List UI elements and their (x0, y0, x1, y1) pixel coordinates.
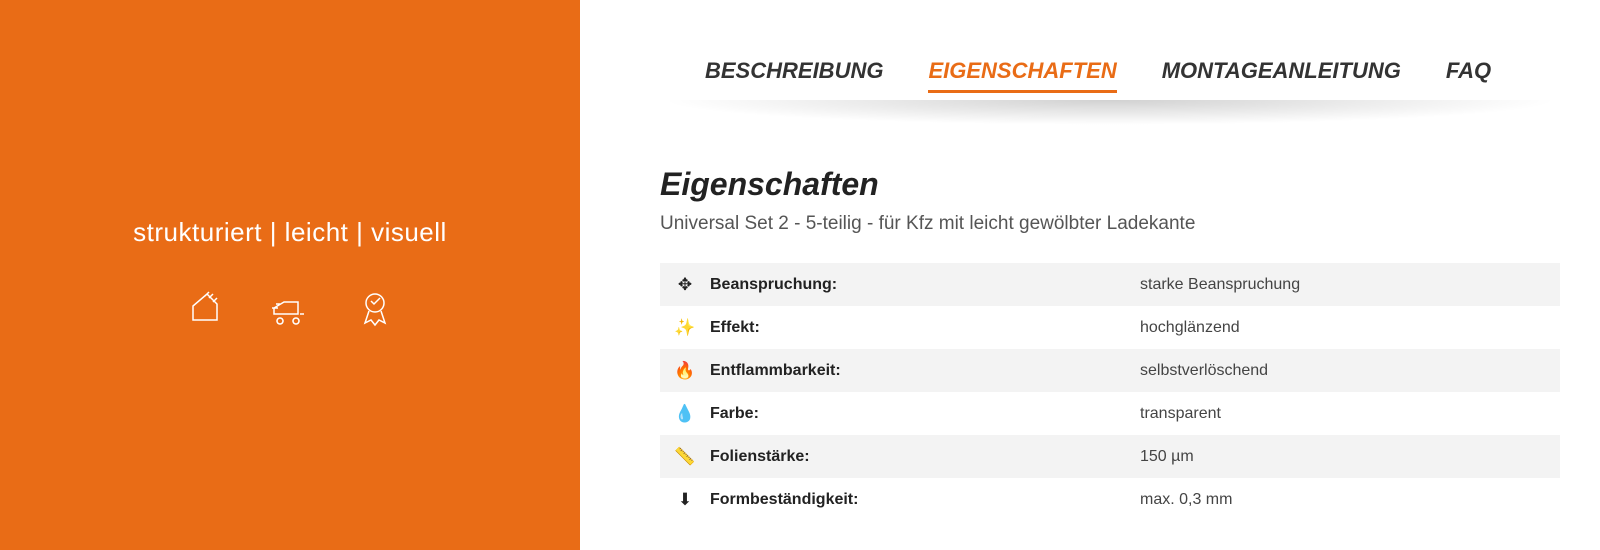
property-label: Beanspruchung: (710, 263, 1140, 306)
award-icon (355, 288, 395, 333)
left-promo-panel: strukturiert | leicht | visuell (0, 0, 580, 550)
property-icon: ✥ (660, 263, 710, 306)
section-title: Eigenschaften (660, 166, 1560, 203)
property-value: starke Beanspruchung (1140, 263, 1560, 306)
property-label: Effekt: (710, 306, 1140, 349)
property-value: transparent (1140, 392, 1560, 435)
tab-bar: BESCHREIBUNG EIGENSCHAFTEN MONTAGEANLEIT… (660, 58, 1560, 111)
property-icon: ⬇ (660, 478, 710, 521)
table-row: ✨Effekt:hochglänzend (660, 306, 1560, 349)
hand-icon (185, 288, 225, 333)
property-icon: ✨ (660, 306, 710, 349)
property-value: selbstverlöschend (1140, 349, 1560, 392)
table-row: 🔥Entflammbarkeit:selbstverlöschend (660, 349, 1560, 392)
content-panel: BESCHREIBUNG EIGENSCHAFTEN MONTAGEANLEIT… (580, 0, 1600, 550)
table-row: ✥Beanspruchung:starke Beanspruchung (660, 263, 1560, 306)
property-value: 150 µm (1140, 435, 1560, 478)
property-label: Formbeständigkeit: (710, 478, 1140, 521)
property-label: Folienstärke: (710, 435, 1140, 478)
property-label: Farbe: (710, 392, 1140, 435)
truck-icon (270, 288, 310, 333)
table-row: ⬇Formbeständigkeit:max. 0,3 mm (660, 478, 1560, 521)
table-row: 💧Farbe:transparent (660, 392, 1560, 435)
section-subtitle: Universal Set 2 - 5-teilig - für Kfz mit… (660, 213, 1560, 235)
promo-icon-row (185, 288, 395, 333)
property-icon: 📏 (660, 435, 710, 478)
tab-beschreibung[interactable]: BESCHREIBUNG (705, 58, 883, 93)
tab-montageanleitung[interactable]: MONTAGEANLEITUNG (1162, 58, 1401, 93)
property-icon: 💧 (660, 392, 710, 435)
property-icon: 🔥 (660, 349, 710, 392)
tab-eigenschaften[interactable]: EIGENSCHAFTEN (928, 58, 1116, 93)
promo-tagline: strukturiert | leicht | visuell (133, 217, 447, 248)
property-label: Entflammbarkeit: (710, 349, 1140, 392)
table-row: 📏Folienstärke:150 µm (660, 435, 1560, 478)
properties-table: ✥Beanspruchung:starke Beanspruchung✨Effe… (660, 263, 1560, 521)
tab-faq[interactable]: FAQ (1446, 58, 1491, 93)
property-value: hochglänzend (1140, 306, 1560, 349)
property-value: max. 0,3 mm (1140, 478, 1560, 521)
